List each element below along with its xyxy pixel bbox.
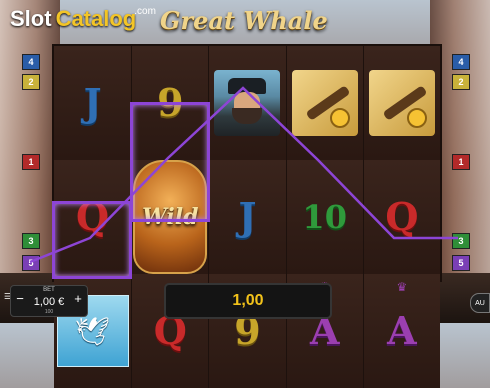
reel-grid: J Q 🕊 9 Wild Q J 9 10 A Q ♛ A [52,44,442,388]
reel-cell: J [54,46,132,160]
logo-com-text: .com [134,6,156,17]
symbol-spyglass [368,70,435,136]
line-marker-right-1[interactable]: 1 [452,154,470,170]
auto-button[interactable]: AU [470,293,490,313]
reel-cell: Q [54,160,132,274]
symbol-a: A [387,308,417,353]
line-marker-left-2[interactable]: 2 [22,74,40,90]
watermark-logo: Slot Catalog .com [10,6,162,42]
coin-icon [406,108,427,128]
reel-cell: 10 [286,160,363,274]
seagull-icon: 🕊 [74,315,111,347]
win-value: 1,00 [232,292,264,309]
reel-cell: Q [363,160,440,274]
line-marker-left-5[interactable]: 5 [22,255,40,271]
bet-sub: 100 [44,309,54,315]
reel-cell: Wild [132,160,209,274]
symbol-wild: Wild [133,160,208,274]
reel-cell: J [209,160,286,274]
game-title: Great Whale [160,6,328,35]
symbol-j: J [83,80,102,125]
win-display: 1,00 [164,283,332,319]
line-marker-right-2[interactable]: 2 [452,74,470,90]
reel-1: J Q 🕊 [54,46,132,388]
line-marker-left-1[interactable]: 1 [22,154,40,170]
captain-beard-icon [232,108,263,124]
reel-2: 9 Wild Q [131,46,209,388]
bet-panel: − BET 1,00 € 100 + [10,285,88,317]
wild-label: Wild [142,204,199,230]
symbol-q: Q [76,194,110,239]
symbol-nine: 9 [157,80,184,125]
reel-cell [363,46,440,160]
symbol-captain [214,70,281,136]
reel-4: 10 ♛ A [285,46,363,388]
logo-slot-text: Slot [10,6,52,31]
reel-3: J 9 [208,46,286,388]
reel-cell: 9 [132,46,209,160]
line-marker-right-4[interactable]: 4 [452,54,470,70]
symbol-spyglass [291,70,358,136]
reel-cell [286,46,363,160]
line-marker-left-4[interactable]: 4 [22,54,40,70]
symbol-ten: 10 [302,198,347,236]
line-marker-left-3[interactable]: 3 [22,233,40,249]
logo-catalog-text: Catalog [55,6,137,31]
bet-plus-button[interactable]: + [71,292,85,306]
reel-cell: ♛ A [363,274,440,388]
line-marker-right-5[interactable]: 5 [452,255,470,271]
crown-icon: ♛ [396,280,408,294]
line-marker-right-3[interactable]: 3 [452,233,470,249]
symbol-j: J [238,194,257,239]
symbol-q: Q [385,194,419,239]
reel-cell [209,46,286,160]
coin-icon [329,108,350,128]
reel-5: Q ♛ A [362,46,440,388]
